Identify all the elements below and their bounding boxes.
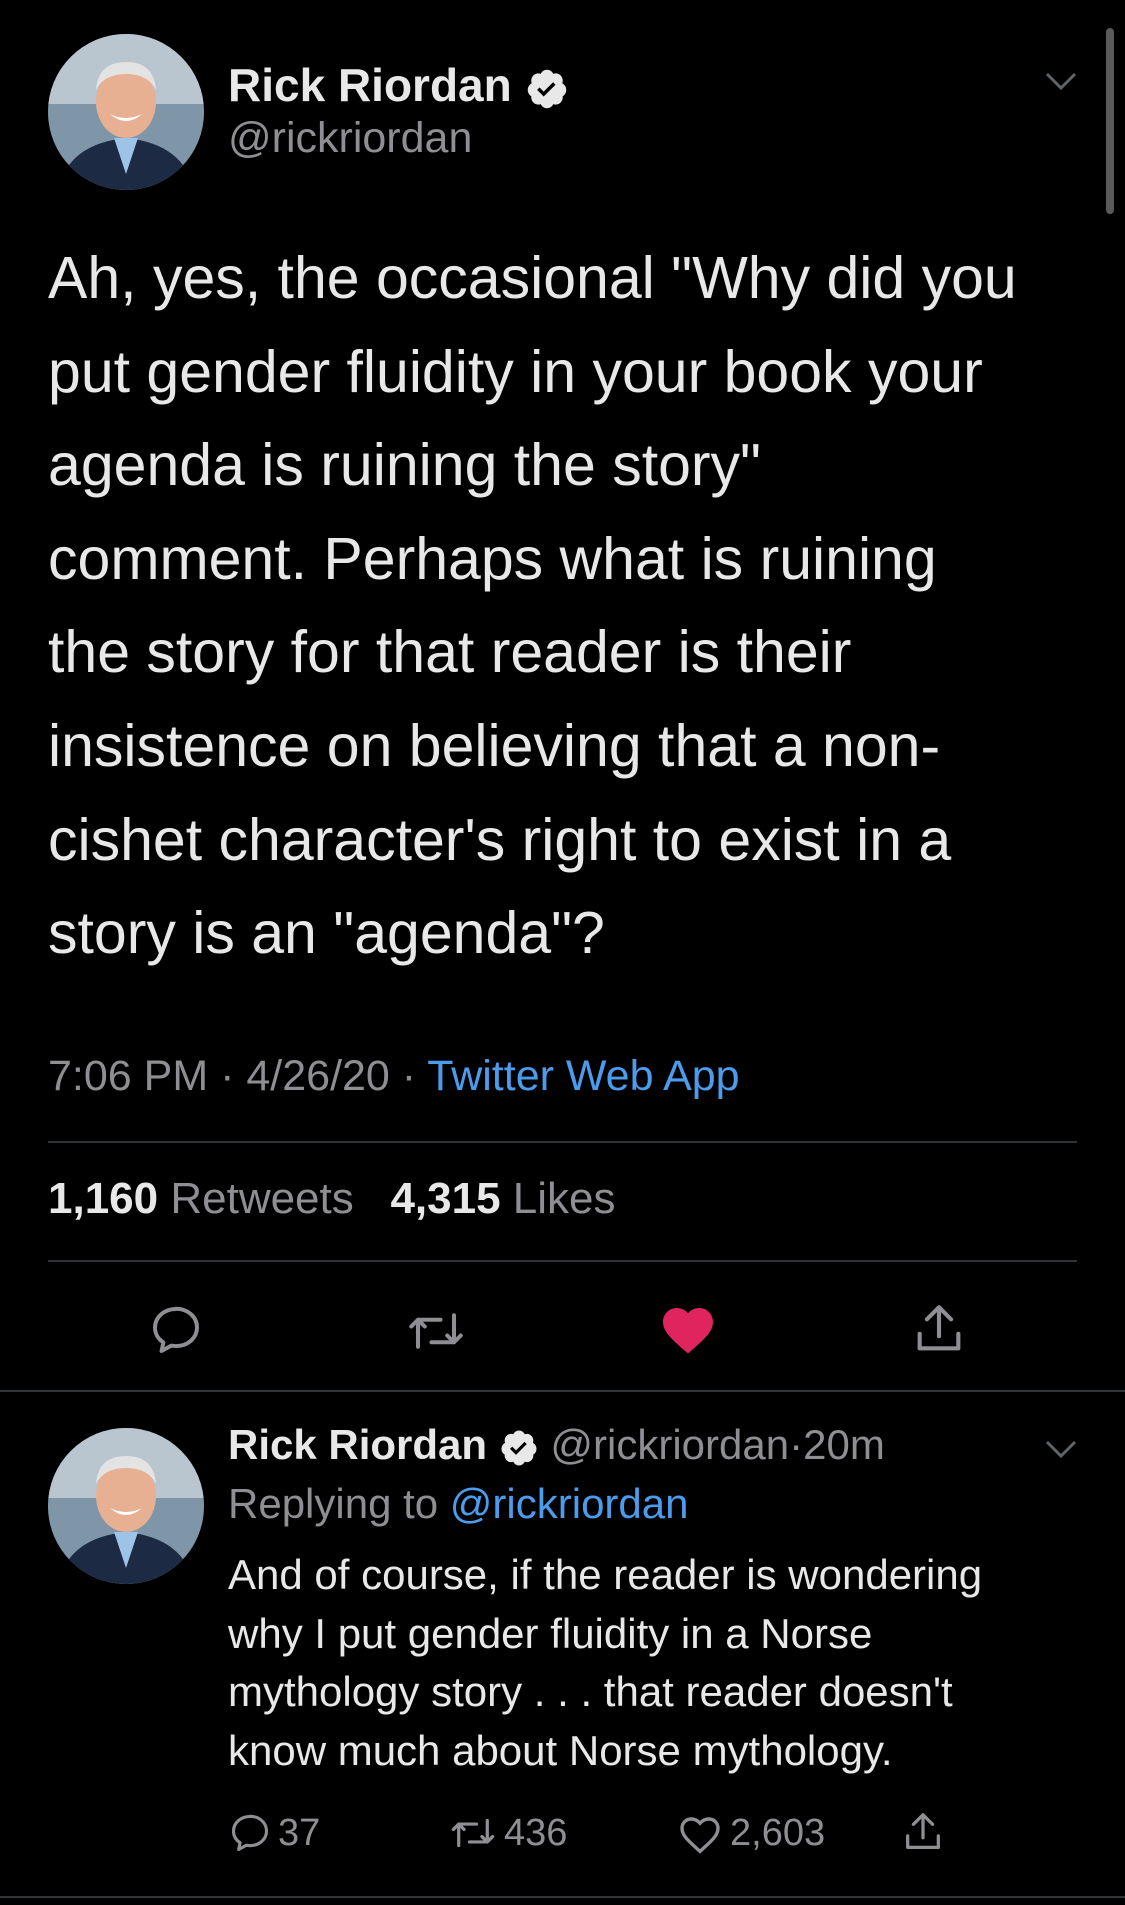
- reply-icon: [231, 1814, 269, 1852]
- reply-count: 37: [278, 1811, 321, 1854]
- tweet-text-line: insistence on believing that a non-: [48, 712, 941, 779]
- retweets-count: 1,160: [48, 1174, 159, 1223]
- reply-header: Rick Riordan @rickriordan·20m: [228, 1421, 885, 1469]
- reply-text-line: why I put gender fluidity in a Norse: [228, 1609, 873, 1657]
- separator-dot: ·: [401, 1052, 417, 1100]
- tweet-text: Ah, yes, the occasional "Why did you put…: [48, 232, 1078, 981]
- replying-to-label: Replying to: [228, 1480, 439, 1527]
- reply-handle[interactable]: @rickriordan: [550, 1421, 789, 1468]
- tweet-source-link[interactable]: Twitter Web App: [427, 1052, 739, 1100]
- share-icon[interactable]: [910, 1300, 968, 1358]
- chevron-down-icon[interactable]: [1044, 1438, 1078, 1460]
- reply-avatar[interactable]: [48, 1428, 204, 1584]
- avatar-image: [48, 34, 204, 190]
- tweet-text-line: Ah, yes, the occasional "Why did you: [48, 245, 1017, 311]
- like-count: 2,603: [730, 1811, 826, 1854]
- scrollbar[interactable]: [1106, 28, 1114, 214]
- tweet-text-line: the story for that reader is their: [48, 619, 852, 686]
- tweet-time: 7:06 PM: [48, 1052, 209, 1100]
- like-action[interactable]: 2,603: [676, 1808, 825, 1858]
- reply-text: And of course, if the reader is wonderin…: [228, 1546, 1108, 1780]
- verified-badge-icon: [501, 1430, 537, 1466]
- divider: [0, 1896, 1125, 1898]
- tweet-text-line: story is an "agenda"?: [48, 900, 605, 967]
- separator-dot: ·: [789, 1421, 804, 1468]
- tweet-text-line: cishet character's right to exist in a: [48, 806, 952, 873]
- likes-count: 4,315: [390, 1174, 501, 1223]
- separator-dot: ·: [220, 1052, 235, 1100]
- retweets-label: Retweets: [170, 1174, 354, 1223]
- avatar-image: [48, 1428, 204, 1584]
- verified-badge-icon: [527, 69, 566, 109]
- reply-age: 20m: [803, 1421, 885, 1468]
- likes-stat[interactable]: 4,315 Likes: [390, 1174, 615, 1223]
- replying-to: Replying to @rickriordan: [228, 1480, 689, 1528]
- tweet-date: 4/26/20: [246, 1052, 390, 1100]
- reply-action[interactable]: 37: [228, 1808, 320, 1858]
- tweet-stats: 1,160 Retweets 4,315 Likes: [48, 1174, 616, 1224]
- reply-text-line: mythology story . . . that reader doesn'…: [228, 1668, 953, 1715]
- likes-label: Likes: [512, 1174, 616, 1223]
- chevron-down-icon[interactable]: [1044, 70, 1078, 92]
- reply-text-line: And of course, if the reader is wonderin…: [228, 1551, 983, 1598]
- retweet-action[interactable]: 436: [448, 1808, 567, 1858]
- author-name[interactable]: Rick Riordan: [228, 59, 512, 111]
- reply-author-name[interactable]: Rick Riordan: [228, 1421, 487, 1468]
- tweet-text-line: agenda is ruining the story": [48, 432, 761, 499]
- replying-to-handle[interactable]: @rickriordan: [450, 1480, 689, 1527]
- retweets-stat[interactable]: 1,160 Retweets: [48, 1174, 354, 1223]
- share-icon[interactable]: [900, 1808, 946, 1856]
- author-handle[interactable]: @rickriordan: [228, 114, 472, 163]
- divider: [48, 1260, 1077, 1262]
- tweet-text-line: comment. Perhaps what is ruining: [48, 525, 937, 592]
- retweet-icon: [451, 1818, 495, 1848]
- tweet-text-line: put gender fluidity in your book your: [48, 338, 983, 405]
- reply-icon[interactable]: [148, 1302, 204, 1358]
- retweet-count: 436: [504, 1811, 568, 1854]
- avatar[interactable]: [48, 34, 204, 190]
- divider: [48, 1141, 1077, 1143]
- reply-text-line: know much about Norse mythology.: [228, 1726, 893, 1774]
- heart-icon[interactable]: [658, 1300, 718, 1356]
- heart-icon: [680, 1817, 720, 1854]
- author-name-row[interactable]: Rick Riordan: [228, 58, 569, 112]
- divider: [0, 1390, 1125, 1392]
- retweet-icon[interactable]: [404, 1304, 468, 1358]
- tweet-metadata: 7:06 PM · 4/26/20 · Twitter Web App: [48, 1052, 740, 1101]
